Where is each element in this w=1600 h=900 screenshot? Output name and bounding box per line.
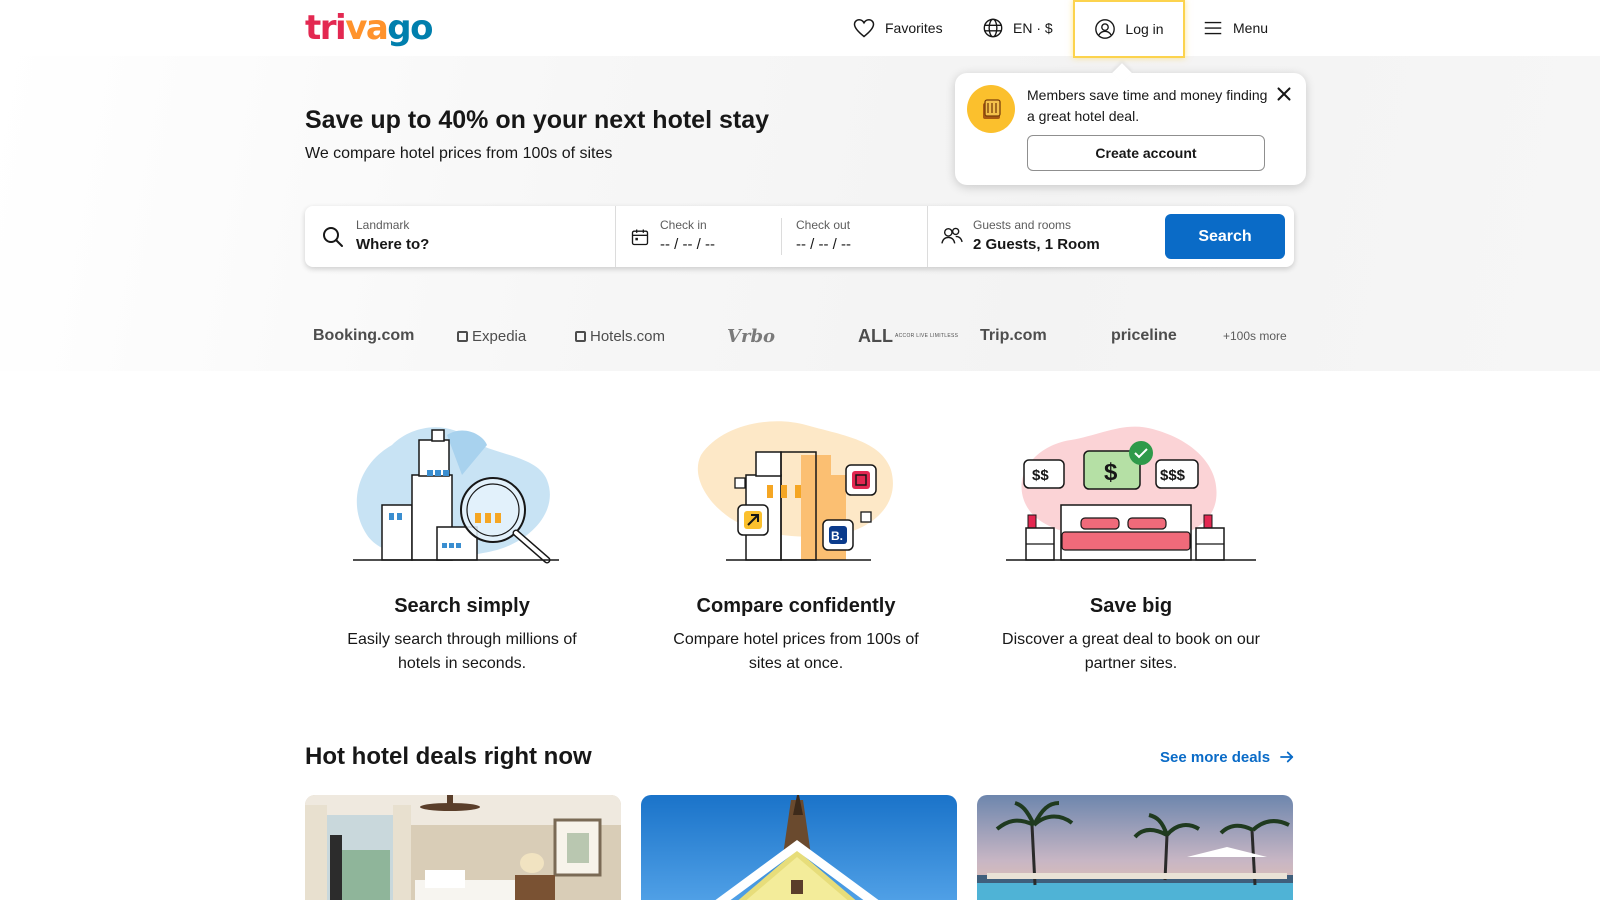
partner-vrbo: Vrbo xyxy=(727,325,776,347)
partner-hotels: Hotels.com xyxy=(575,321,665,351)
booking-badge-label: B. xyxy=(831,529,843,543)
partner-all: ALL ACCOR LIVE LIMITLESS xyxy=(858,321,958,351)
destination-input[interactable]: Where to? xyxy=(356,236,429,253)
menu-label: Menu xyxy=(1233,20,1269,36)
hamburger-icon xyxy=(1204,21,1222,35)
feature-description: Discover a great deal to book on our par… xyxy=(1002,631,1260,672)
partner-booking: Booking.com xyxy=(313,327,415,344)
feature-compare-confidently: B. Compare confidently Compare hotel pri… xyxy=(631,415,961,676)
deal-card-hotel-room[interactable] xyxy=(305,795,621,900)
feature-title: Save big xyxy=(1089,595,1173,617)
feature-title: Compare confidently xyxy=(696,595,896,617)
hotels-logo-icon xyxy=(575,330,586,342)
partner-expedia-label: Expedia xyxy=(472,327,527,345)
logo-part-blue: go xyxy=(387,8,433,48)
search-button[interactable]: Search xyxy=(1165,214,1285,259)
partner-more: +100s more xyxy=(1223,329,1287,343)
login-label: Log in xyxy=(1125,21,1164,37)
logo-part-orange: va xyxy=(345,8,389,48)
feature-search-simply: Search simply Easily search through mill… xyxy=(297,415,627,676)
login-button[interactable]: Log in xyxy=(1073,0,1185,58)
create-account-button[interactable]: Create account xyxy=(1027,135,1265,171)
partner-expedia: Expedia xyxy=(457,321,526,351)
destination-label: Landmark xyxy=(356,218,410,232)
destination-field[interactable]: Landmark Where to? xyxy=(305,206,615,267)
arrow-right-icon xyxy=(1280,751,1294,763)
favorites-button[interactable]: Favorites xyxy=(852,0,943,56)
trivago-logo[interactable]: trivago xyxy=(305,6,433,50)
guests-label: Guests and rooms xyxy=(973,218,1072,232)
feature-description: Easily search through millions of hotels… xyxy=(347,631,577,672)
popover-message: Members save time and money finding a gr… xyxy=(1027,87,1268,124)
price-tag-mid-label: $ xyxy=(1104,459,1118,486)
feature-description: Compare hotel prices from 100s of sites … xyxy=(673,631,919,672)
deal-card-chapel[interactable] xyxy=(641,795,957,900)
checkin-value[interactable]: -- / -- / -- xyxy=(660,236,715,253)
language-currency-button[interactable]: EN · $ xyxy=(982,0,1053,56)
hero-section: Save up to 40% on your next hotel stay W… xyxy=(0,56,1600,371)
see-more-deals-link[interactable]: See more deals xyxy=(1160,748,1296,766)
checkout-label: Check out xyxy=(796,218,851,232)
guests-value[interactable]: 2 Guests, 1 Room xyxy=(973,236,1100,253)
menu-button[interactable]: Menu xyxy=(1202,0,1268,56)
search-icon xyxy=(323,227,343,247)
close-icon[interactable] xyxy=(1273,83,1295,105)
coins-icon xyxy=(967,85,1015,133)
compare-illustration: B. xyxy=(697,421,893,561)
deal-card-resort-pool[interactable] xyxy=(977,795,1293,900)
city-search-illustration xyxy=(353,427,559,564)
price-tag-low-label: $$ xyxy=(1032,467,1049,484)
partner-trip: Trip.com xyxy=(980,327,1047,344)
calendar-icon xyxy=(631,229,649,246)
deals-section-title: Hot hotel deals right now xyxy=(305,743,592,770)
language-label: EN · $ xyxy=(1013,20,1053,36)
hotel-room-photo xyxy=(305,795,621,900)
chapel-photo xyxy=(641,795,957,900)
member-popover: Members save time and money finding a gr… xyxy=(955,73,1306,185)
partner-logos: Booking.com Expedia Hotels.com Vrbo ALL A… xyxy=(305,321,1294,351)
price-tag-high-label: $$$ xyxy=(1160,467,1186,484)
partner-all-tagline: ACCOR LIVE LIMITLESS xyxy=(895,332,959,339)
bed-savings-illustration: $$ $ $$$ xyxy=(1006,426,1256,561)
checkin-label: Check in xyxy=(660,218,707,232)
top-header: trivago Favorites EN · $ Log in Menu xyxy=(0,0,1600,58)
feature-save-big: $$ $ $$$ Save big Discover a great deal … xyxy=(966,415,1296,676)
heart-icon xyxy=(853,19,875,38)
logo-part-red: tri xyxy=(305,8,347,48)
checkout-value[interactable]: -- / -- / -- xyxy=(796,236,851,253)
search-bar: Landmark Where to? Check in -- / -- / --… xyxy=(305,206,1294,267)
hero-title: Save up to 40% on your next hotel stay xyxy=(305,106,770,134)
feature-title: Search simply xyxy=(394,595,530,617)
guests-field[interactable]: Guests and rooms 2 Guests, 1 Room xyxy=(928,206,1158,267)
hero-subtitle: We compare hotel prices from 100s of sit… xyxy=(305,145,613,162)
resort-pool-photo xyxy=(977,795,1293,900)
see-more-deals-label: See more deals xyxy=(1160,748,1271,766)
expedia-logo-icon xyxy=(457,330,468,342)
checkout-field[interactable]: Check out -- / -- / -- xyxy=(782,206,927,267)
guests-icon xyxy=(941,227,963,244)
partner-all-label: ALL xyxy=(858,325,893,346)
user-icon xyxy=(1095,19,1116,39)
favorites-label: Favorites xyxy=(885,20,943,36)
partner-priceline: priceline xyxy=(1111,327,1177,344)
globe-icon xyxy=(983,18,1003,38)
partner-hotels-label: Hotels.com xyxy=(590,327,666,345)
checkin-field[interactable]: Check in -- / -- / -- xyxy=(616,206,786,267)
